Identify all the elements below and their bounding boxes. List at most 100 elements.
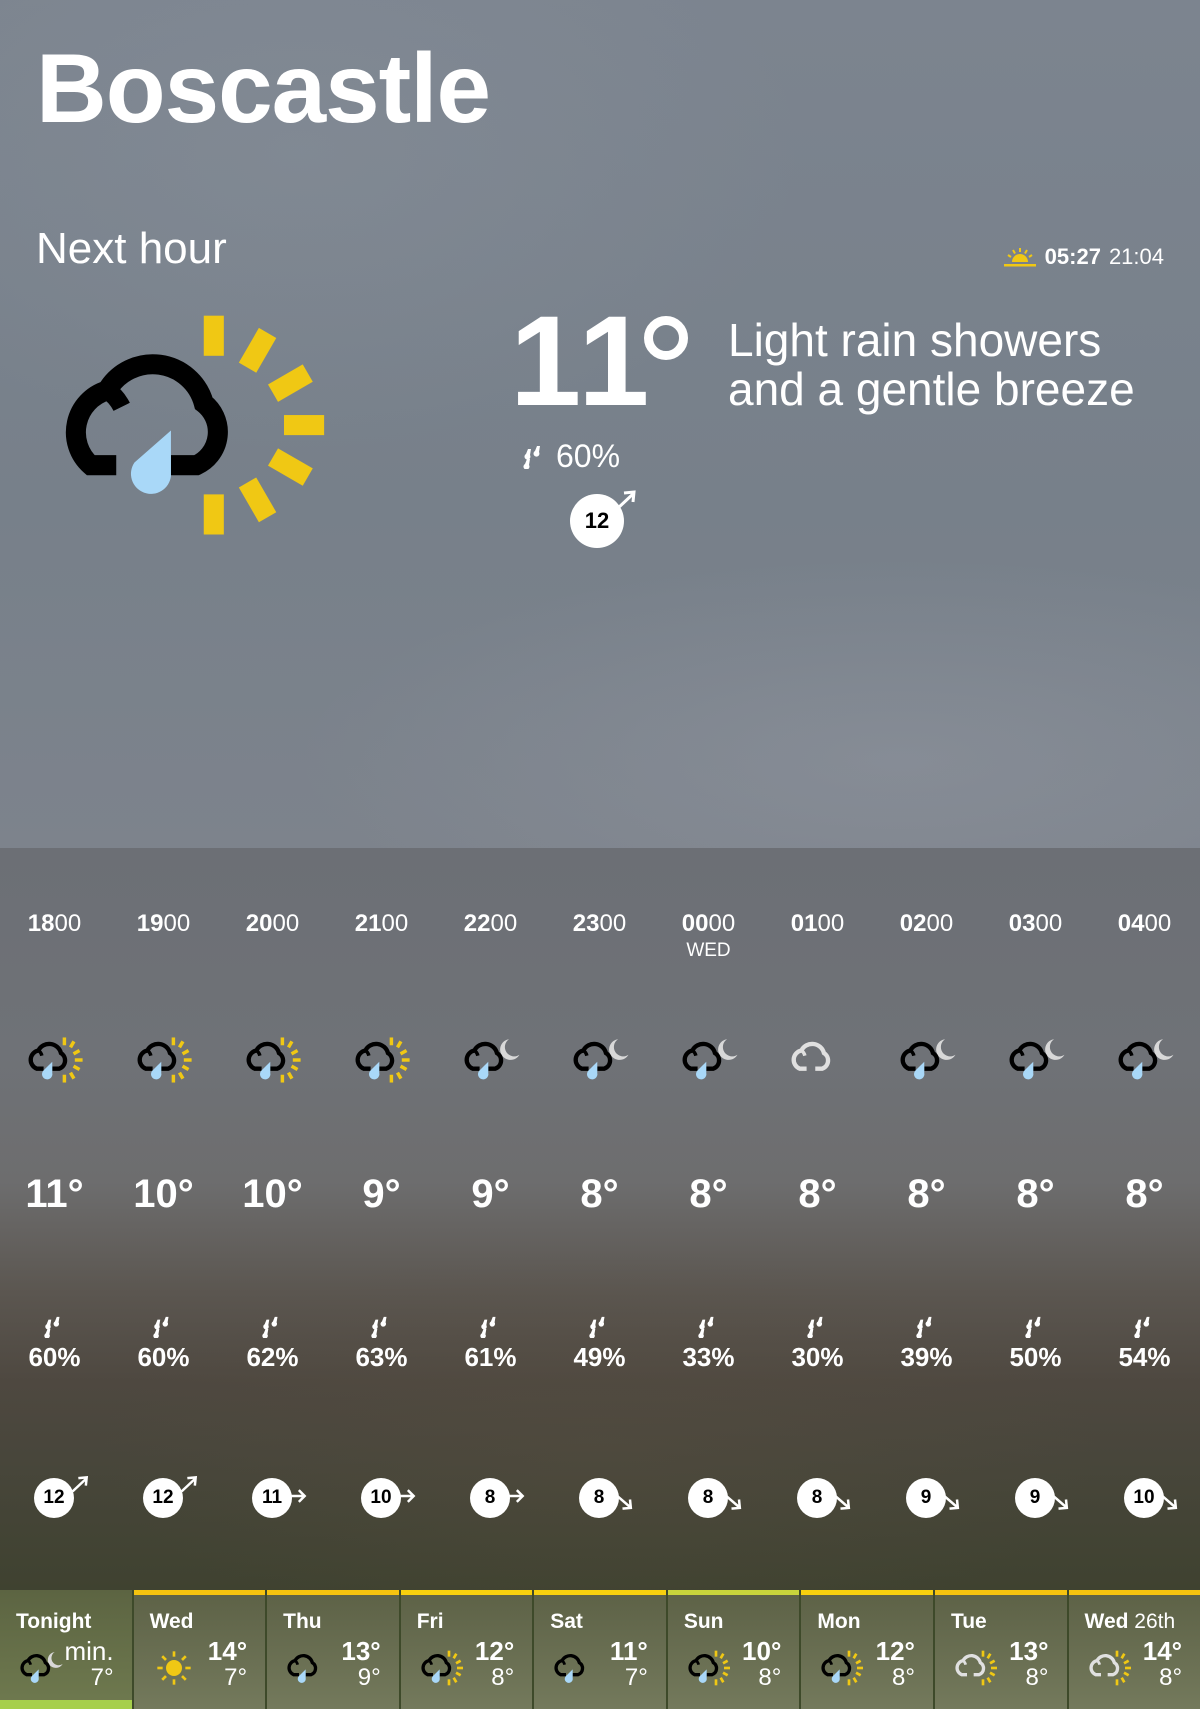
hour-column[interactable]: 2200 9° 61% 8 — [436, 848, 545, 1590]
day-tab-wed[interactable]: Wed 14° 7° — [131, 1590, 266, 1709]
day-tab-mon[interactable]: Mon 12° 8° — [799, 1590, 933, 1709]
light-rain-shower-night-icon — [567, 1034, 631, 1086]
day-tab-thu[interactable]: Thu 13° 9° — [265, 1590, 399, 1709]
wind-speed: 10 — [361, 1478, 401, 1518]
sunny-icon — [150, 1648, 198, 1688]
wind-speed: 8 — [579, 1478, 619, 1518]
hour-rain-chance: 33% — [682, 1342, 735, 1372]
day-indicator-bar — [133, 1590, 266, 1595]
hour-temperature: 11° — [25, 1172, 84, 1216]
light-rain-shower-night-icon — [676, 1034, 740, 1086]
day-indicator-bar — [267, 1590, 399, 1595]
hour-column[interactable]: 0200 8° 39% 9 — [872, 848, 981, 1590]
hour-temperature: 9° — [471, 1172, 510, 1216]
light-rain-shower-day-icon — [22, 1034, 86, 1086]
wind-speed: 10 — [1124, 1478, 1164, 1518]
day-tab-sun[interactable]: Sun 10° 8° — [665, 1590, 800, 1709]
hour-column[interactable]: 2300 8° 49% 8 — [545, 848, 654, 1590]
day-name: Tonight — [16, 1610, 92, 1633]
hour-column[interactable]: 0300 8° 50% 9 — [981, 848, 1090, 1590]
day-name: Sun — [683, 1610, 724, 1633]
hourly-forecast[interactable]: 1800 11° 60% 12 1900 10° 60% 12 2000 10°… — [0, 848, 1200, 1590]
sunrise-icon — [1003, 248, 1036, 267]
day-indicator-bar — [534, 1590, 666, 1595]
hour-temperature: 8° — [1016, 1172, 1055, 1216]
day-high-temp: 12° — [875, 1636, 915, 1666]
hour-time: 2300 — [572, 910, 627, 937]
raindrops-icon — [480, 1316, 496, 1338]
hour-time: 1900 — [136, 910, 191, 937]
hour-column[interactable]: 0400 8° 54% 10 — [1090, 848, 1199, 1590]
day-high-temp: 11° — [609, 1636, 648, 1666]
hour-temperature: 8° — [689, 1172, 728, 1216]
light-cloud-icon — [785, 1034, 849, 1086]
hour-column[interactable]: 2100 9° 63% 10 — [327, 848, 436, 1590]
light-rain-shower-day-icon — [817, 1648, 865, 1688]
description-line-2: and a gentle breeze — [728, 363, 1135, 415]
hour-temperature: 8° — [907, 1172, 946, 1216]
light-rain-shower-day-icon — [684, 1648, 732, 1688]
day-name: Fri — [416, 1610, 444, 1633]
hour-temperature: 8° — [580, 1172, 619, 1216]
hour-rain-chance: 60% — [137, 1342, 190, 1372]
day-low-temp: 7° — [90, 1664, 114, 1691]
wind-speed: 8 — [797, 1478, 837, 1518]
raindrops-icon — [916, 1316, 932, 1338]
day-low-temp: 8° — [491, 1664, 515, 1691]
hour-time: 0100 — [790, 910, 845, 937]
hour-column[interactable]: 0100 8° 30% 8 — [763, 848, 872, 1590]
weather-description: Light rain showers and a gentle breeze — [728, 316, 1135, 414]
hour-wind: 10 — [361, 1478, 416, 1518]
hour-temperature: 9° — [362, 1172, 401, 1216]
raindrops-icon — [589, 1316, 605, 1338]
day-tab-tonight[interactable]: Tonight min. 7° — [0, 1590, 132, 1709]
raindrops-icon — [153, 1316, 169, 1338]
day-tab-wed-26th[interactable]: Wed 26th 14° 8° — [1066, 1590, 1200, 1709]
light-rain-shower-night-icon — [16, 1648, 64, 1688]
day-indicator-bar — [0, 1700, 132, 1709]
hour-time: 2100 — [354, 910, 409, 937]
day-low-temp: 7° — [624, 1664, 648, 1691]
sunny-intervals-icon — [1085, 1648, 1133, 1688]
wind-speed: 8 — [688, 1478, 728, 1518]
light-rain-shower-night-icon — [1003, 1034, 1067, 1086]
day-low-temp: 8° — [1159, 1664, 1183, 1691]
hour-day-label: WED — [686, 940, 731, 961]
wind-direction-arrow-icon — [71, 1475, 89, 1493]
raindrops-icon — [523, 445, 540, 469]
light-rain-shower-day-icon — [131, 1034, 195, 1086]
hour-column[interactable]: 1900 10° 60% 12 — [109, 848, 218, 1590]
hour-time: 2200 — [463, 910, 518, 937]
wind-direction-arrow-icon — [943, 1495, 960, 1510]
light-rain-shower-night-icon — [1112, 1034, 1176, 1086]
current-rain-chance: 60% — [522, 438, 620, 475]
hour-rain-chance: 54% — [1118, 1342, 1171, 1372]
day-tab-tue[interactable]: Tue 13° 8° — [932, 1590, 1067, 1709]
wind-direction-arrow-icon — [180, 1475, 198, 1493]
day-indicator-bar — [400, 1590, 533, 1595]
hour-column[interactable]: 0000 WED 8° 33% 8 — [654, 848, 763, 1590]
wind-speed: 9 — [1015, 1478, 1055, 1518]
wind-speed: 9 — [906, 1478, 946, 1518]
light-rain-icon — [550, 1648, 598, 1688]
hour-wind: 9 — [1015, 1478, 1069, 1518]
wind-direction-arrow-icon — [398, 1489, 416, 1503]
hour-time: 0400 — [1117, 910, 1172, 937]
day-tab-sat[interactable]: Sat 11° 7° — [532, 1590, 666, 1709]
wind-direction-arrow-icon — [616, 1495, 633, 1510]
hour-wind: 12 — [34, 1475, 89, 1518]
day-low-temp: 8° — [1025, 1664, 1049, 1691]
light-rain-icon — [283, 1648, 331, 1688]
hour-rain-chance: 61% — [464, 1342, 517, 1372]
hour-column[interactable]: 1800 11° 60% 12 — [0, 848, 109, 1590]
hour-wind: 12 — [143, 1475, 198, 1518]
day-low-temp: 9° — [357, 1664, 381, 1691]
day-high-temp: 12° — [474, 1636, 515, 1666]
day-tab-fri[interactable]: Fri 12° 8° — [398, 1590, 533, 1709]
degree-symbol — [644, 316, 688, 360]
next-hour-label: Next hour — [36, 224, 227, 273]
wind-direction-arrow-icon — [834, 1495, 851, 1510]
day-name: Tue — [950, 1610, 987, 1633]
hour-column[interactable]: 2000 10° 62% 11 — [218, 848, 327, 1590]
hour-rain-chance: 39% — [900, 1342, 953, 1372]
